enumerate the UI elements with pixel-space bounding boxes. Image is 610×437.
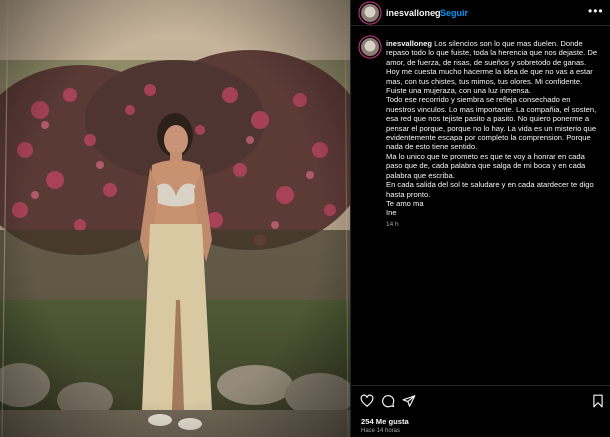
action-bar: 254 Me gusta Hace 14 horas [351, 385, 610, 437]
post-time[interactable]: Hace 14 horas [361, 428, 400, 434]
caption-paragraph: En cada salida del sol te saludare y en … [386, 180, 594, 199]
comment-icon[interactable] [381, 394, 395, 408]
heart-icon[interactable] [360, 394, 374, 408]
header-separator: • [433, 8, 437, 18]
caption-text: inesvalloneg Los silencios son lo que ma… [386, 39, 601, 218]
caption-time: 14 h [386, 221, 399, 228]
post-photo[interactable] [0, 0, 350, 437]
more-dots-icon[interactable]: ••• [588, 4, 604, 18]
bookmark-icon[interactable] [592, 394, 604, 408]
share-icon[interactable] [402, 394, 416, 408]
caption-username[interactable]: inesvalloneg [386, 39, 432, 48]
caption-paragraph: Todo ese recorrido y siembra se refleja … [386, 95, 597, 152]
post-details-panel: inesvalloneg • Seguir ••• inesvalloneg L… [350, 0, 610, 437]
caption-paragraph: Ma lo unico que te prometo es que te voy… [386, 151, 586, 180]
caption-paragraph: Te amo ma [386, 198, 424, 208]
caption-paragraph: Ine [386, 208, 397, 218]
caption-avatar[interactable] [361, 38, 379, 56]
post-photo-image [0, 0, 350, 437]
avatar[interactable] [361, 4, 379, 22]
likes-count[interactable]: 254 Me gusta [361, 417, 409, 426]
post-header: inesvalloneg • Seguir ••• [351, 0, 610, 26]
follow-button[interactable]: Seguir [440, 8, 468, 18]
